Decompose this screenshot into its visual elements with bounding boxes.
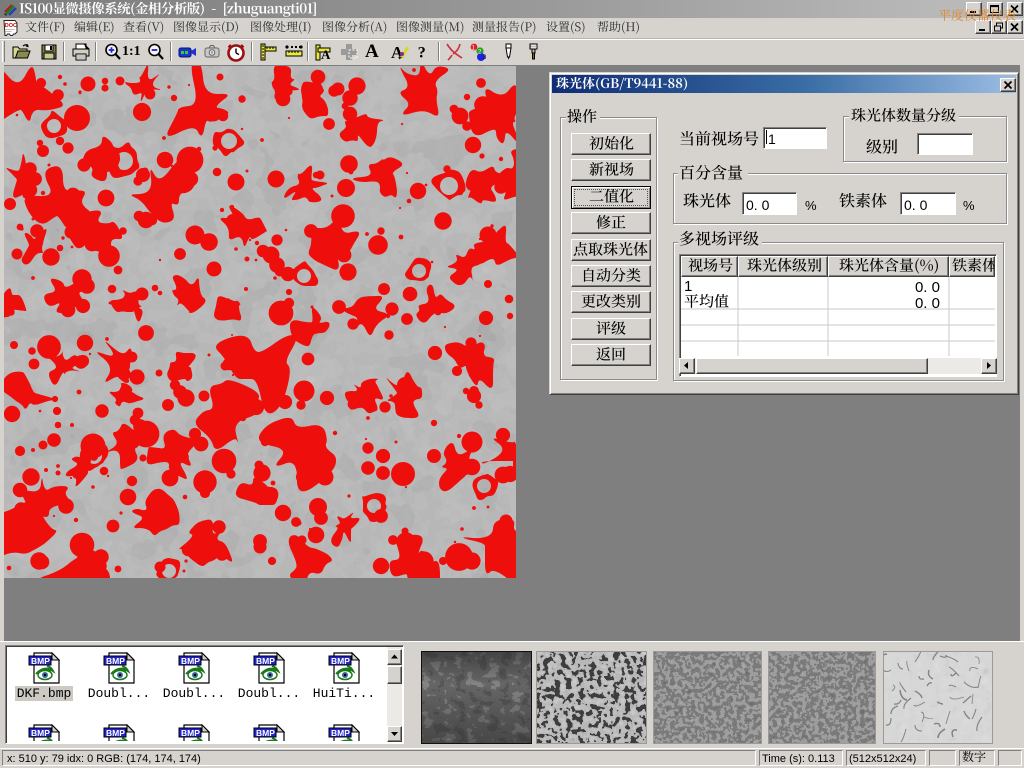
svg-text:?: ? <box>418 45 426 62</box>
svg-text:3: 3 <box>483 55 487 61</box>
svg-text:A: A <box>321 47 331 62</box>
svg-text:DOC: DOC <box>5 23 17 29</box>
